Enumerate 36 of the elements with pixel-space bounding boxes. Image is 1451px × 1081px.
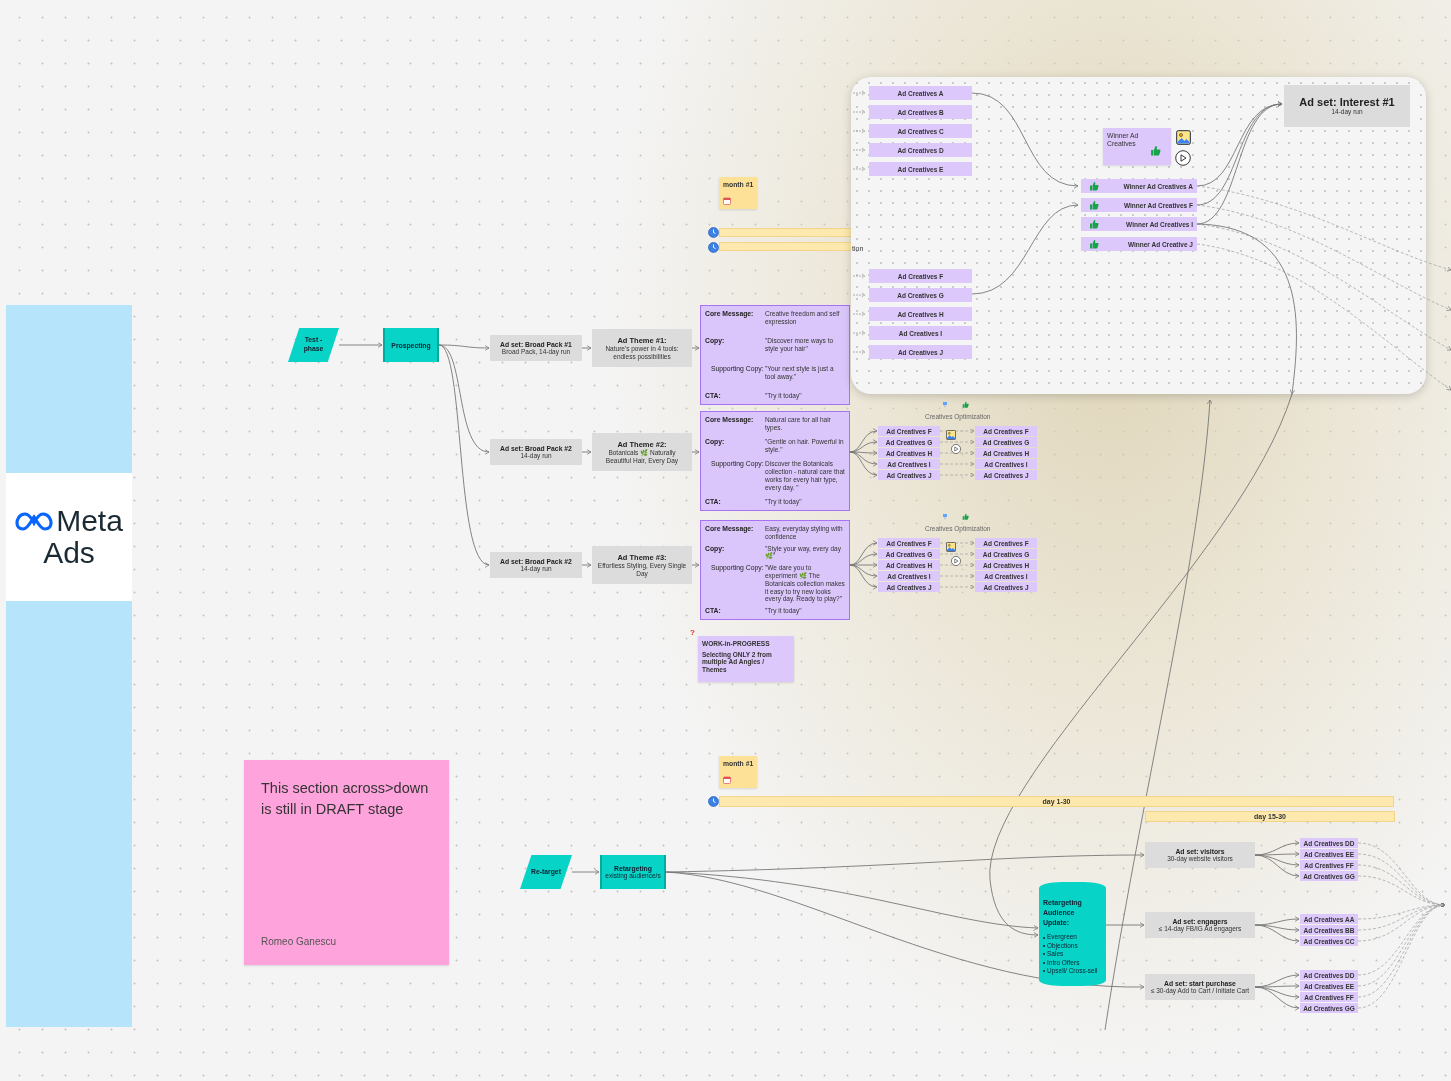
arrow-stub bbox=[853, 109, 867, 115]
arrow-stub bbox=[853, 166, 867, 172]
arrow-stub bbox=[853, 330, 867, 336]
play-icon bbox=[1175, 150, 1191, 166]
infinity-logo-icon bbox=[15, 510, 54, 532]
thumbs-up-icon bbox=[1089, 200, 1099, 210]
pin-icon bbox=[942, 402, 948, 408]
arrow-stub bbox=[853, 128, 867, 134]
arrow-stub bbox=[853, 147, 867, 153]
thumbs-up-icon bbox=[1150, 145, 1161, 156]
image-icon bbox=[946, 542, 956, 552]
note-author: Romeo Ganescu bbox=[261, 936, 338, 947]
brand-name: Meta bbox=[56, 506, 123, 536]
clock-icon bbox=[708, 242, 719, 253]
arrow-stub bbox=[853, 273, 867, 279]
pin-icon bbox=[942, 514, 948, 520]
thumbs-up-icon bbox=[962, 513, 969, 520]
arrow-stub bbox=[853, 349, 867, 355]
play-icon bbox=[951, 444, 961, 454]
play-icon bbox=[951, 556, 961, 566]
image-icon bbox=[946, 430, 956, 440]
arrow-stub bbox=[853, 292, 867, 298]
product-name: Ads bbox=[43, 538, 95, 568]
calendar-icon bbox=[723, 197, 731, 205]
arrow-stub bbox=[853, 90, 867, 96]
thumbs-up-icon bbox=[1089, 219, 1099, 229]
clock-icon bbox=[708, 227, 719, 238]
clock-icon bbox=[708, 796, 719, 807]
note-text: This section across>down is still in DRAFT stage bbox=[261, 779, 430, 819]
question-mark: ? bbox=[690, 628, 695, 638]
image-icon bbox=[1176, 130, 1191, 145]
calendar-icon bbox=[723, 776, 731, 784]
thumbs-up-icon bbox=[1089, 239, 1099, 249]
arrow-stub bbox=[853, 311, 867, 317]
thumbs-up-icon bbox=[1089, 181, 1099, 191]
thumbs-up-icon bbox=[962, 401, 969, 408]
